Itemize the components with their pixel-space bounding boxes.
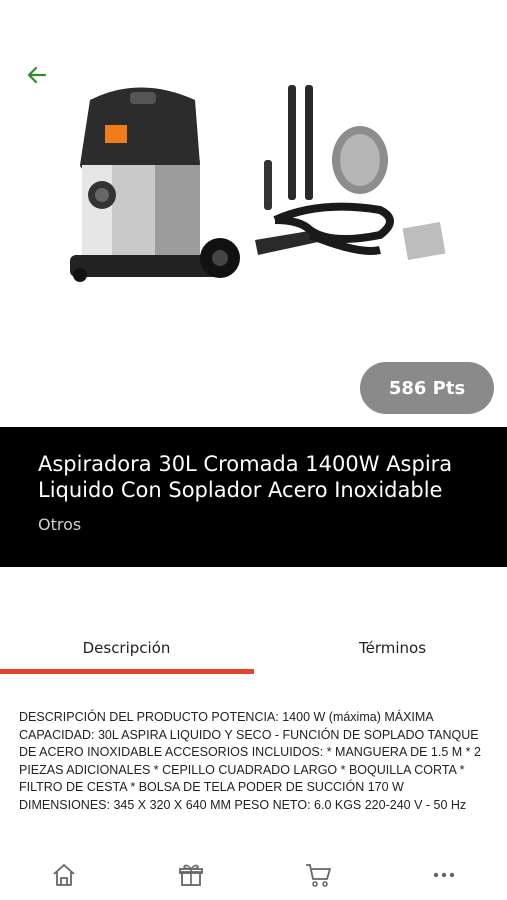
active-tab-indicator bbox=[0, 669, 254, 674]
product-description: DESCRIPCIÓN DEL PRODUCTO POTENCIA: 1400 … bbox=[19, 710, 481, 812]
product-title-block: Aspiradora 30L Cromada 1400W Aspira Liqu… bbox=[0, 427, 507, 567]
more-icon bbox=[433, 872, 455, 878]
product-image bbox=[70, 85, 446, 282]
points-badge: 586 Pts bbox=[360, 362, 494, 414]
arrow-left-icon bbox=[27, 66, 47, 84]
product-category: Otros bbox=[38, 515, 82, 534]
nav-more-button[interactable] bbox=[424, 855, 464, 895]
product-title: Aspiradora 30L Cromada 1400W Aspira Liqu… bbox=[38, 452, 453, 502]
home-icon bbox=[53, 864, 75, 886]
nav-cart-button[interactable] bbox=[298, 855, 338, 895]
back-button[interactable] bbox=[22, 60, 52, 90]
tab-descripcion[interactable]: Descripción bbox=[0, 628, 253, 668]
nav-gift-button[interactable] bbox=[171, 855, 211, 895]
bottom-navigation bbox=[0, 845, 507, 900]
gift-icon bbox=[179, 864, 203, 886]
cart-icon bbox=[306, 864, 331, 887]
tab-bar: Descripción Términos bbox=[0, 628, 507, 676]
tab-terminos[interactable]: Términos bbox=[266, 628, 507, 668]
nav-home-button[interactable] bbox=[44, 855, 84, 895]
product-hero: 586 Pts bbox=[0, 0, 507, 427]
